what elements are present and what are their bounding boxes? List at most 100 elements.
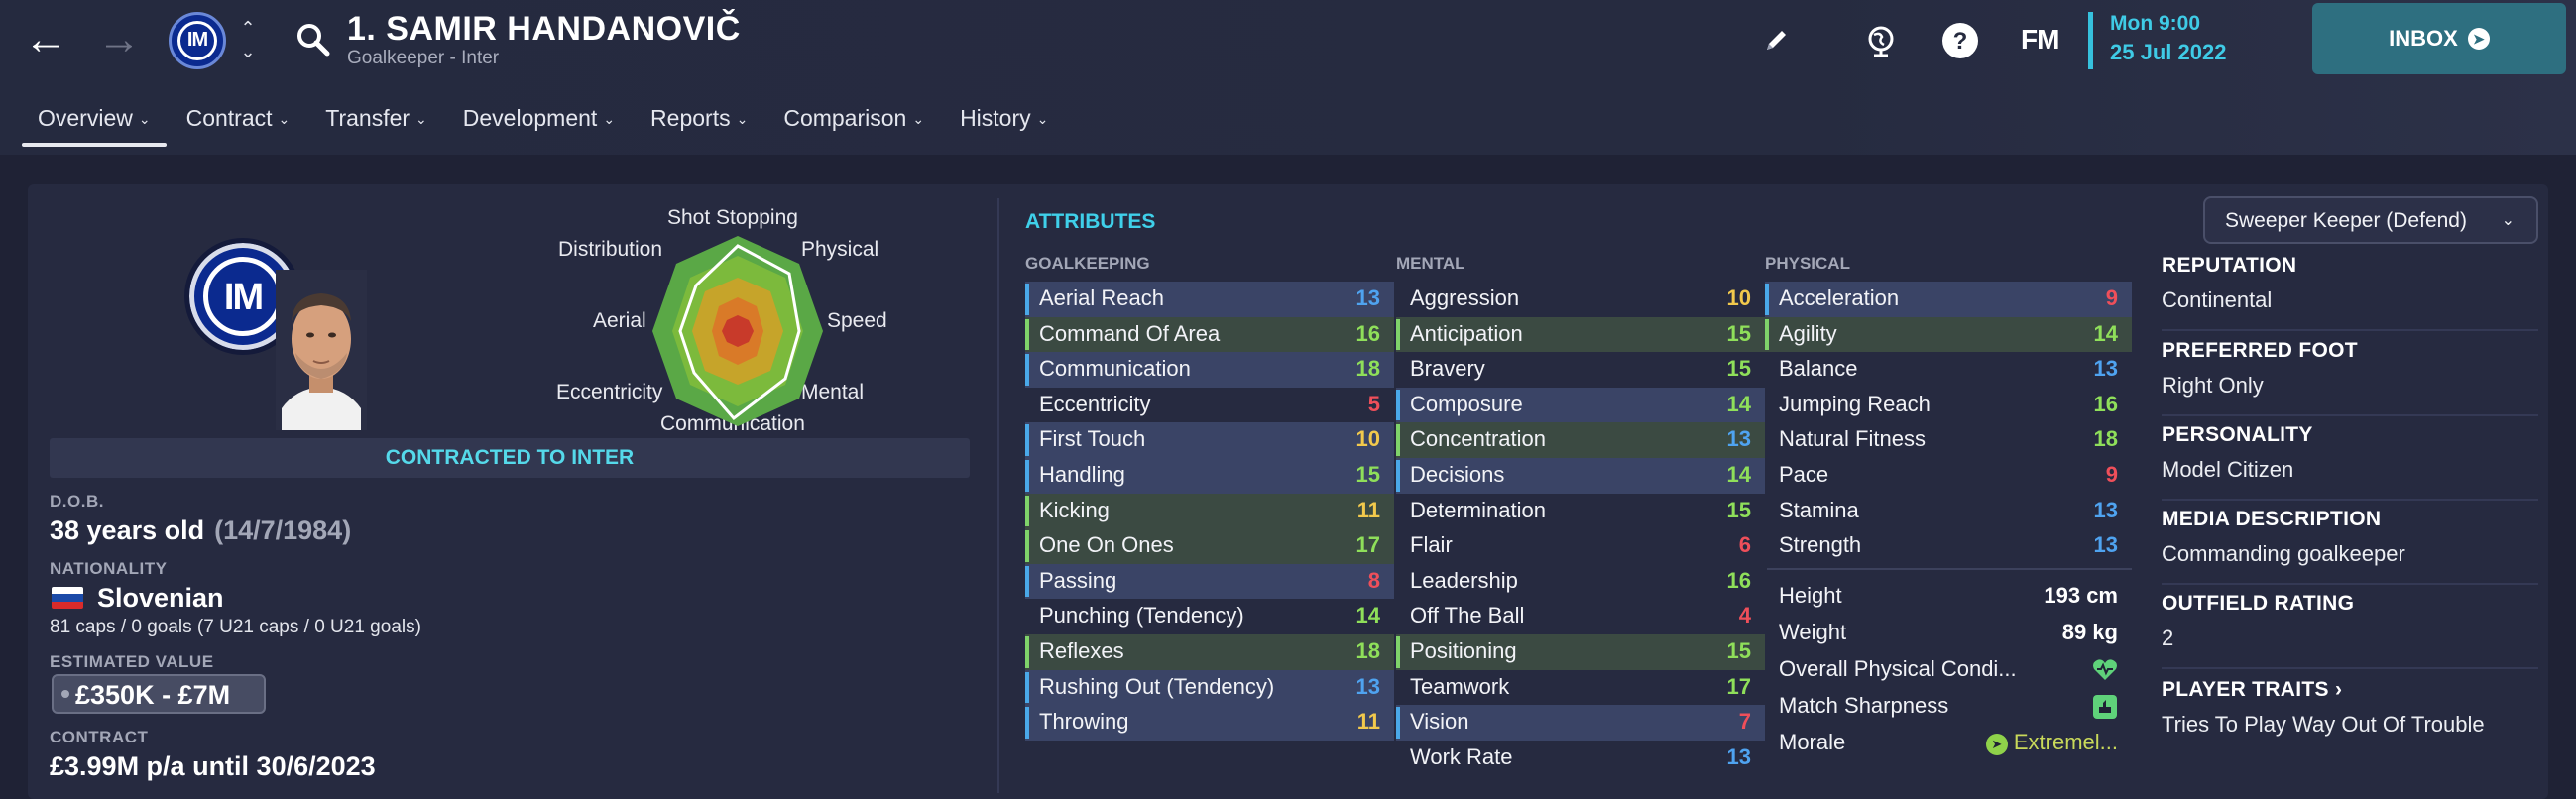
attribute-value: 13 [1726, 426, 1751, 452]
weight-value: 89 kg [2061, 620, 2118, 644]
tab-development[interactable]: Development ⌄ [445, 99, 633, 147]
tab-contract[interactable]: Contract ⌄ [169, 99, 308, 147]
estimated-value-pill[interactable]: £350K - £7M [52, 674, 266, 714]
help-icon[interactable]: ? [1939, 20, 1981, 61]
slovenia-flag-icon[interactable] [52, 587, 83, 609]
attribute-row[interactable]: Jumping Reach 16 [1765, 388, 2132, 423]
attribute-row[interactable]: Vision 7 [1396, 705, 1765, 741]
physical-divider [1767, 568, 2132, 570]
current-date[interactable]: 25 Jul 2022 [2110, 40, 2226, 65]
attribute-row[interactable]: Handling 15 [1025, 457, 1394, 494]
tab-transfer[interactable]: Transfer ⌄ [307, 99, 445, 147]
attribute-row[interactable]: Off The Ball 4 [1396, 599, 1765, 634]
match-sharpness-label: Match Sharpness [1779, 693, 1949, 718]
attribute-row[interactable]: Kicking 11 [1025, 493, 1394, 529]
attribute-row[interactable]: One On Ones 17 [1025, 528, 1394, 564]
physical-condition-row[interactable]: Overall Physical Condi... [1767, 652, 2132, 688]
attribute-row[interactable]: Aerial Reach 13 [1025, 282, 1394, 317]
attribute-row[interactable]: Composure 14 [1396, 387, 1765, 423]
attribute-name: Reflexes [1039, 637, 1124, 663]
height-value: 193 cm [2044, 583, 2118, 608]
attribute-row[interactable]: Eccentricity 5 [1025, 388, 1394, 423]
contract-value[interactable]: £3.99M p/a until 30/6/2023 [50, 751, 376, 782]
attribute-row[interactable]: Reflexes 18 [1025, 633, 1394, 670]
player-name: 1. SAMIR HANDANOVIČ [347, 10, 741, 48]
attribute-row[interactable]: Aggression 10 [1396, 282, 1765, 317]
tab-comparison[interactable]: Comparison ⌄ [765, 99, 942, 147]
attribute-row[interactable]: Bravery 15 [1396, 352, 1765, 388]
attribute-value: 15 [1726, 497, 1751, 522]
back-arrow-icon[interactable]: ← [24, 18, 67, 61]
info-divider [2162, 329, 2538, 331]
match-sharpness-row[interactable]: Match Sharpness [1767, 689, 2132, 725]
preferred-foot-block: PREFERRED FOOT Right Only [2162, 339, 2538, 416]
morale-value: ➤ Extremel... [1985, 730, 2118, 755]
role-select-dropdown[interactable]: Sweeper Keeper (Defend) ⌄ [2203, 196, 2538, 244]
attribute-row[interactable]: Work Rate 13 [1396, 741, 1765, 776]
player-subtitle[interactable]: Goalkeeper - Inter [347, 48, 499, 69]
attribute-row[interactable]: Flair 6 [1396, 528, 1765, 564]
attribute-row[interactable]: Passing 8 [1025, 563, 1394, 600]
club-badge-icon[interactable]: IM [169, 12, 226, 69]
attribute-row[interactable]: Stamina 13 [1765, 494, 2132, 529]
attribute-value: 17 [1355, 532, 1380, 558]
attribute-row[interactable]: Strength 13 [1765, 528, 2132, 564]
search-icon[interactable] [293, 20, 333, 59]
dob-label: D.O.B. [50, 492, 104, 511]
radar-label-speed: Speed [827, 309, 887, 332]
attribute-value: 7 [1738, 709, 1751, 735]
attribute-row[interactable]: First Touch 10 [1025, 422, 1394, 458]
attribute-name: Aggression [1410, 285, 1520, 310]
attribute-name: Flair [1410, 532, 1453, 558]
contract-status-banner[interactable]: CONTRACTED TO INTER [50, 438, 970, 478]
chevron-down-icon: ⌄ [736, 111, 749, 127]
attribute-value: 13 [1726, 743, 1751, 769]
attribute-value: 10 [1726, 285, 1751, 310]
heart-icon [2093, 659, 2117, 680]
attribute-row[interactable]: Acceleration 9 [1765, 282, 2132, 317]
tab-label: Contract [185, 105, 273, 131]
tab-history[interactable]: History ⌄ [942, 99, 1066, 147]
attribute-row[interactable]: Pace 9 [1765, 458, 2132, 494]
attribute-row[interactable]: Communication 18 [1025, 352, 1394, 388]
attribute-row[interactable]: Balance 13 [1765, 352, 2132, 388]
morale-row[interactable]: Morale ➤ Extremel... [1767, 726, 2132, 761]
up-down-icon[interactable]: ⌃ ⌄ [236, 16, 260, 65]
attribute-row[interactable]: Leadership 16 [1396, 564, 1765, 600]
attribute-row[interactable]: Anticipation 15 [1396, 316, 1765, 353]
attribute-value: 13 [2093, 356, 2118, 382]
attribute-row[interactable]: Positioning 15 [1396, 633, 1765, 670]
attribute-row[interactable]: Punching (Tendency) 14 [1025, 599, 1394, 634]
attribute-row[interactable]: Teamwork 17 [1396, 670, 1765, 706]
globe-icon[interactable] [1860, 20, 1902, 61]
tab-reports[interactable]: Reports ⌄ [633, 99, 765, 147]
fm-logo[interactable]: FM [2021, 24, 2059, 56]
inbox-button[interactable]: INBOX ➤ [2312, 3, 2566, 74]
attribute-row[interactable]: Command Of Area 16 [1025, 316, 1394, 353]
forward-arrow-icon[interactable]: → [97, 18, 141, 61]
mental-header: MENTAL [1396, 254, 1465, 273]
chevron-down-icon: ⌄ [912, 111, 925, 127]
attribute-value: 6 [1738, 532, 1751, 558]
media-description-block: MEDIA DESCRIPTION Commanding goalkeeper [2162, 508, 2538, 585]
attribute-row[interactable]: Decisions 14 [1396, 457, 1765, 494]
player-trait-item[interactable]: Tries To Play Way Out Of Trouble [2162, 712, 2538, 738]
attribute-row[interactable]: Rushing Out (Tendency) 13 [1025, 669, 1394, 706]
attribute-row[interactable]: Throwing 11 [1025, 705, 1394, 741]
attribute-row[interactable]: Natural Fitness 18 [1765, 422, 2132, 458]
attribute-row[interactable]: Agility 14 [1765, 316, 2132, 353]
attribute-row[interactable]: Concentration 13 [1396, 422, 1765, 458]
nationality-value[interactable]: Slovenian [97, 583, 224, 614]
age-text: 38 years old [50, 515, 205, 545]
chevron-down-icon: ⌄ [278, 111, 291, 127]
chevron-right-icon: › [2334, 678, 2343, 701]
price-tag-icon [61, 690, 69, 698]
pencil-icon[interactable] [1755, 20, 1797, 61]
attribute-name: Stamina [1779, 497, 1859, 522]
attribute-row[interactable]: Determination 15 [1396, 494, 1765, 529]
attribute-name: Concentration [1410, 426, 1546, 452]
tab-overview[interactable]: Overview ⌄ [20, 99, 169, 147]
player-traits-link[interactable]: PLAYER TRAITS › [2162, 678, 2538, 702]
current-time[interactable]: Mon 9:00 [2110, 12, 2200, 36]
attribute-name: Pace [1779, 461, 1829, 487]
